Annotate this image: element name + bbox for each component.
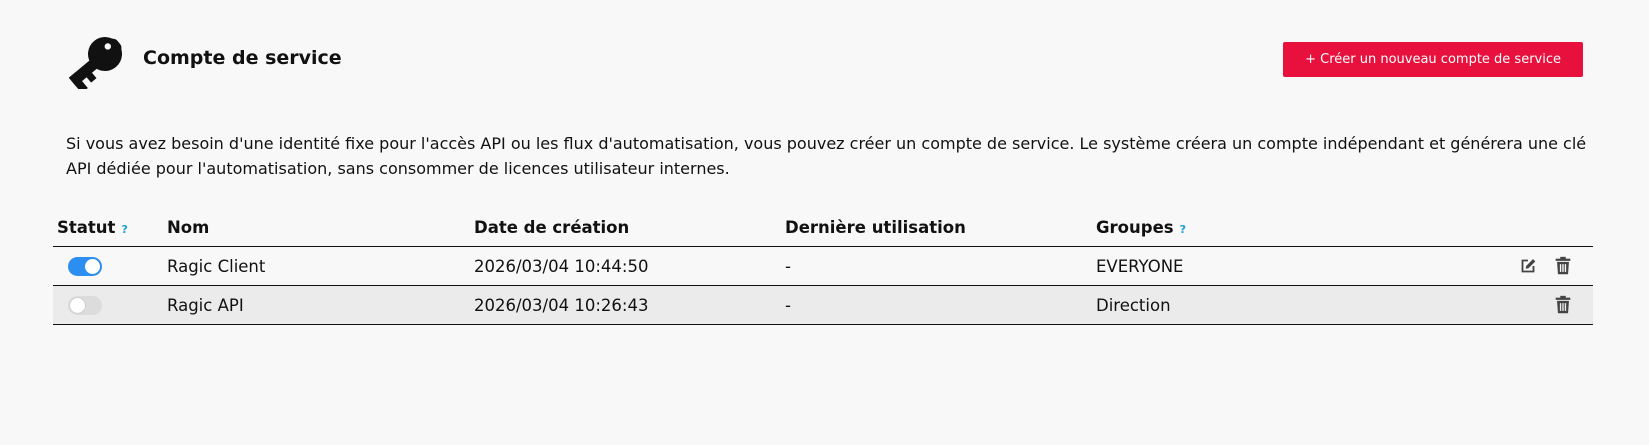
table-row: Ragic Client 2026/03/04 10:44:50 - EVERY… xyxy=(53,247,1593,286)
created-date: 2026/03/04 10:26:43 xyxy=(474,296,649,315)
column-header-name: Nom xyxy=(167,218,210,237)
edit-icon[interactable] xyxy=(1517,255,1539,277)
page-description: Si vous avez besoin d'une identité fixe … xyxy=(66,134,1587,178)
groups: Direction xyxy=(1096,296,1171,315)
service-accounts-table: Statut? Nom Date de création Dernière ut… xyxy=(53,212,1593,325)
created-date: 2026/03/04 10:44:50 xyxy=(474,257,649,276)
status-toggle[interactable] xyxy=(68,296,102,315)
column-label: Statut xyxy=(57,218,116,237)
table-header: Statut? Nom Date de création Dernière ut… xyxy=(53,212,1593,247)
table-row: Ragic API 2026/03/04 10:26:43 - Directio… xyxy=(53,286,1593,325)
last-used: - xyxy=(785,257,791,276)
key-icon xyxy=(68,37,122,89)
column-header-created: Date de création xyxy=(474,218,630,237)
status-help-icon[interactable]: ? xyxy=(121,223,127,236)
column-header-groups: Groupes? xyxy=(1096,218,1186,237)
create-service-account-button[interactable]: + Créer un nouveau compte de service xyxy=(1283,42,1583,77)
last-used: - xyxy=(785,296,791,315)
column-header-last-used: Dernière utilisation xyxy=(785,218,966,237)
toggle-knob xyxy=(85,259,100,274)
groups: EVERYONE xyxy=(1096,257,1184,276)
account-name: Ragic API xyxy=(167,296,244,315)
trash-icon[interactable] xyxy=(1552,294,1574,316)
page-header: Compte de service + Créer un nouveau com… xyxy=(68,28,1583,92)
toggle-knob xyxy=(70,298,85,313)
column-header-status: Statut? xyxy=(57,218,128,237)
trash-icon[interactable] xyxy=(1552,255,1574,277)
account-name: Ragic Client xyxy=(167,257,266,276)
status-toggle[interactable] xyxy=(68,257,102,276)
page-title: Compte de service xyxy=(143,47,342,69)
groups-help-icon[interactable]: ? xyxy=(1180,223,1186,236)
column-label: Groupes xyxy=(1096,218,1174,237)
